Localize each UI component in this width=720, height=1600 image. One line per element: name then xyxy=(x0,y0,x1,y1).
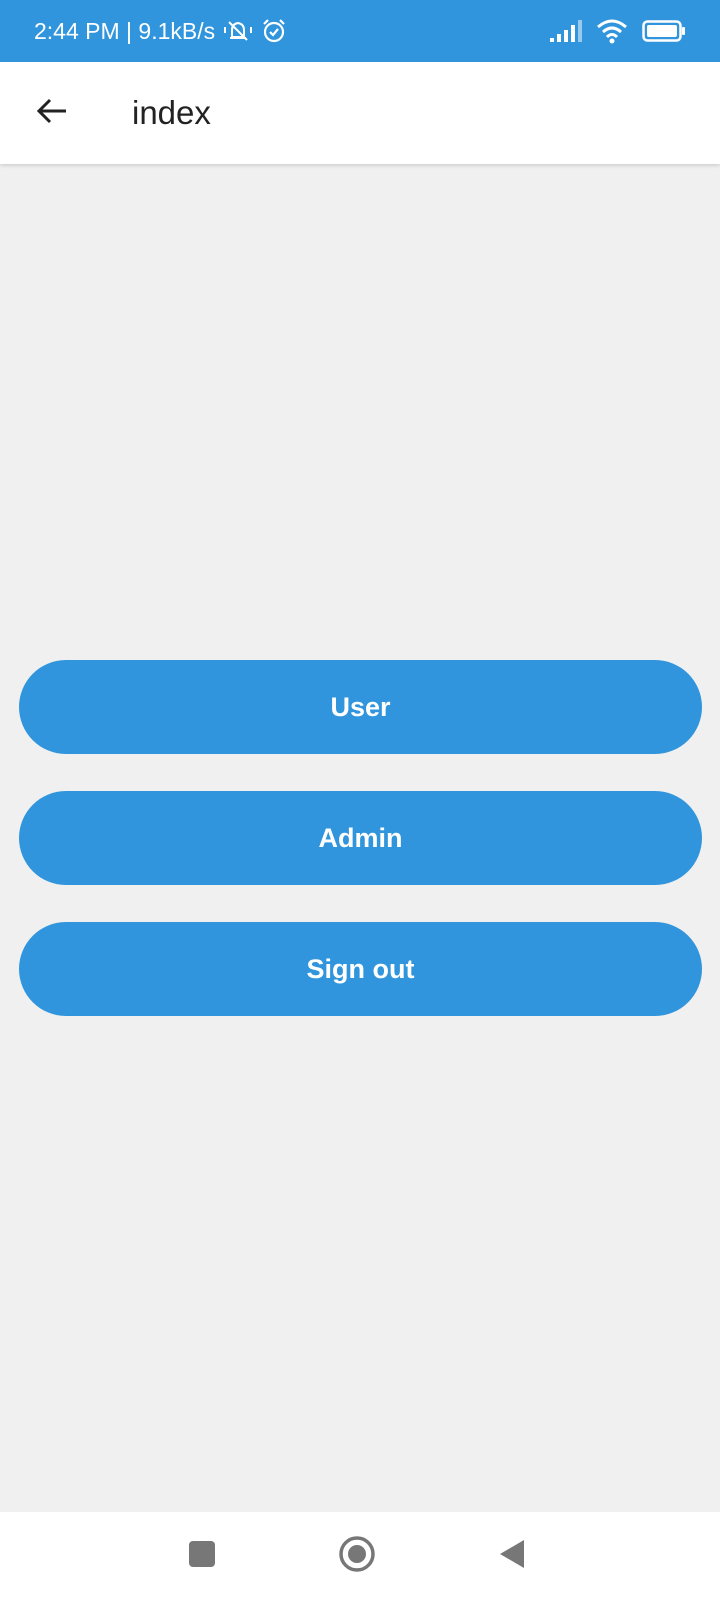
status-bar: 2:44 PM | 9.1kB/s xyxy=(0,0,720,62)
user-button[interactable]: User xyxy=(19,660,702,754)
status-right xyxy=(550,18,686,44)
app-bar: index xyxy=(0,62,720,164)
wifi-icon xyxy=(596,18,628,44)
admin-button[interactable]: Admin xyxy=(19,791,702,885)
status-left: 2:44 PM | 9.1kB/s xyxy=(34,18,287,45)
system-nav-bar xyxy=(0,1512,720,1600)
sign-out-button[interactable]: Sign out xyxy=(19,922,702,1016)
back-button[interactable] xyxy=(24,85,80,141)
recents-square-icon xyxy=(188,1540,216,1573)
battery-icon xyxy=(642,19,686,43)
status-time-speed: 2:44 PM | 9.1kB/s xyxy=(34,17,216,44)
home-button[interactable] xyxy=(335,1534,379,1578)
alarm-icon xyxy=(261,18,287,44)
signal-icon xyxy=(550,20,582,42)
page-title: index xyxy=(132,94,211,131)
recents-button[interactable] xyxy=(180,1534,224,1578)
main-content: User Admin Sign out xyxy=(0,164,720,1512)
system-back-button[interactable] xyxy=(490,1534,534,1578)
home-circle-icon xyxy=(338,1535,376,1578)
notifications-off-icon xyxy=(223,18,253,44)
back-triangle-icon xyxy=(498,1538,526,1575)
arrow-back-icon xyxy=(36,97,68,130)
